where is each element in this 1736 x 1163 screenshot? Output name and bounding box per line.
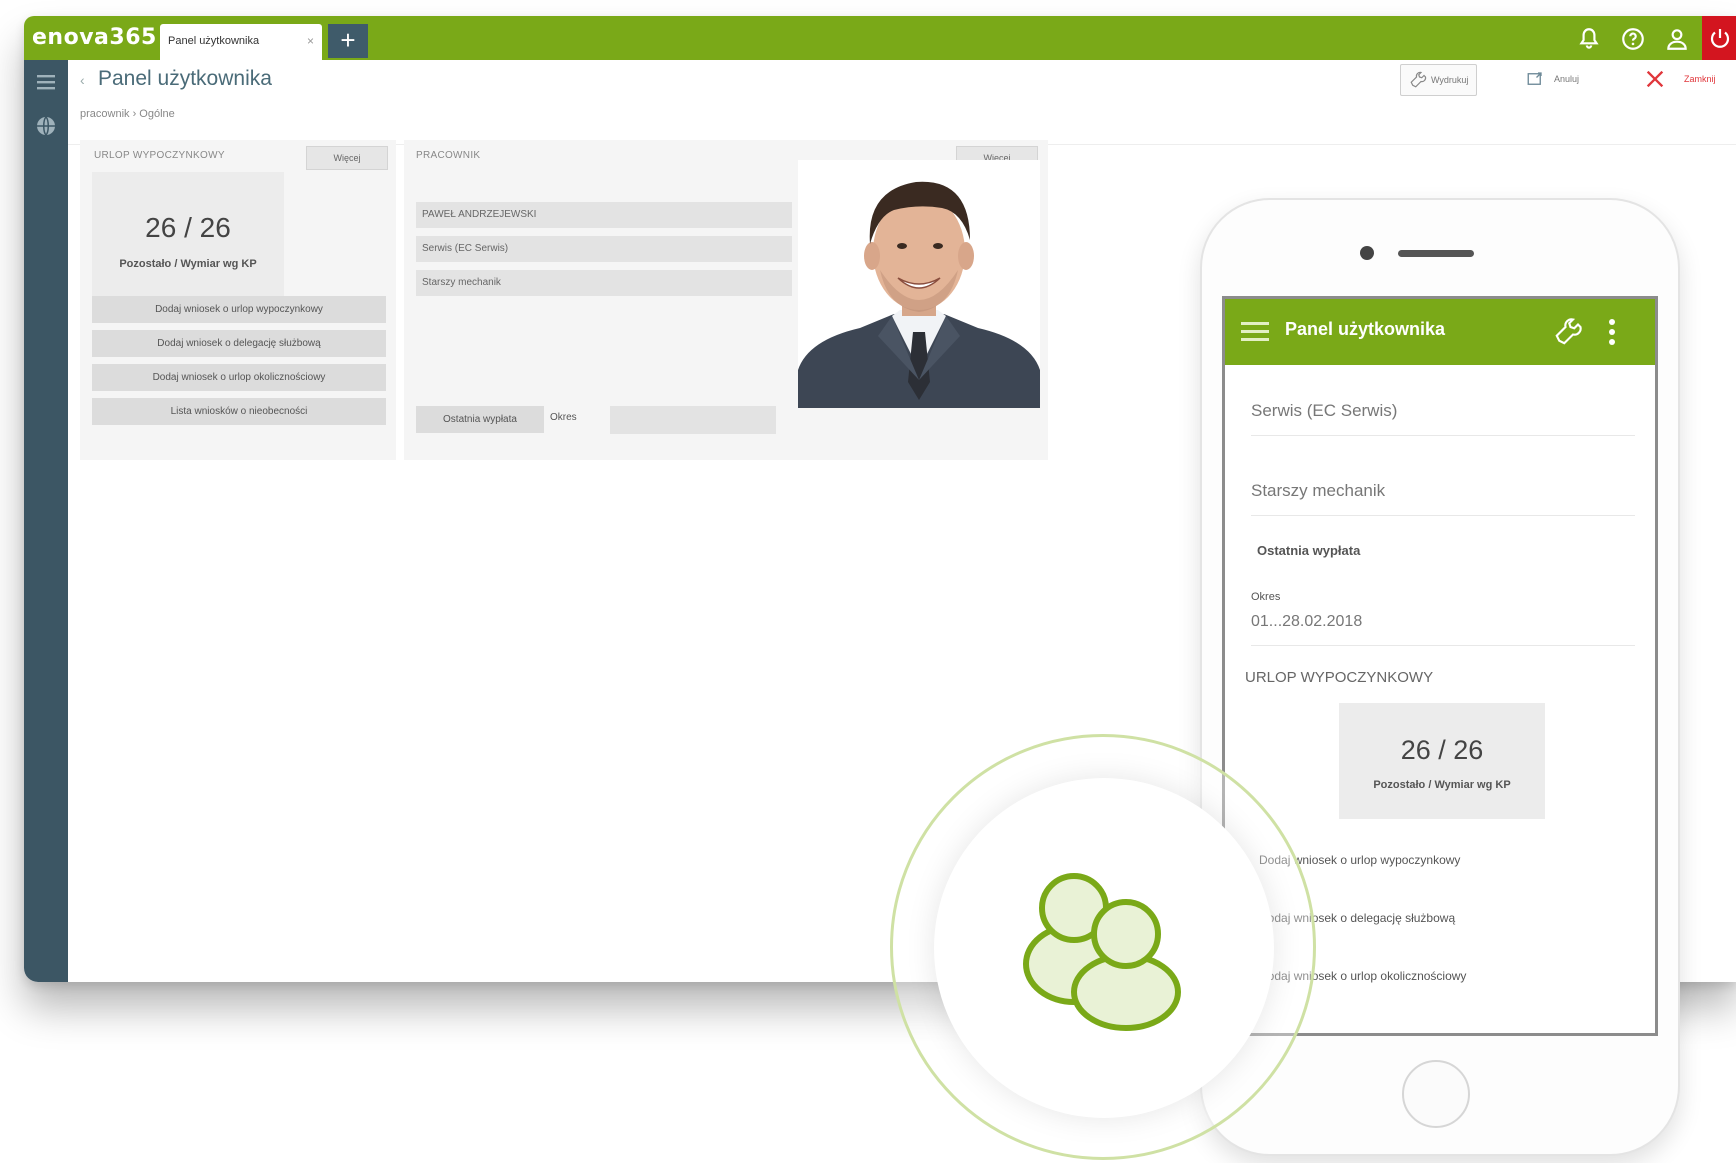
leave-counter-caption: Pozostało / Wymiar wg KP bbox=[119, 258, 257, 270]
phone-position-row: Starszy mechanik bbox=[1251, 481, 1635, 516]
app-logo: enova365 bbox=[32, 25, 157, 50]
cancel-button-label: Anuluj bbox=[1554, 74, 1580, 84]
phone-counter-caption: Pozostało / Wymiar wg KP bbox=[1373, 779, 1511, 791]
last-payment-button[interactable]: Ostatnia wypłata bbox=[416, 406, 544, 433]
wrench-icon bbox=[1410, 71, 1427, 88]
add-vacation-request-button[interactable]: Dodaj wniosek o urlop wypoczynkowy bbox=[92, 296, 386, 323]
help-icon[interactable] bbox=[1620, 26, 1646, 52]
highlight-disc bbox=[934, 778, 1274, 1118]
close-icon bbox=[1646, 70, 1664, 88]
power-icon bbox=[1710, 29, 1730, 48]
employee-position-field: Starszy mechanik bbox=[416, 270, 792, 296]
phone-department-row: Serwis (EC Serwis) bbox=[1251, 401, 1635, 436]
employee-department-field: Serwis (EC Serwis) bbox=[416, 236, 792, 262]
new-tab-button[interactable]: + bbox=[328, 24, 368, 58]
print-button-label: Wydrukuj bbox=[1431, 75, 1469, 85]
employee-photo bbox=[798, 160, 1040, 408]
close-button-label: Zamknij bbox=[1684, 74, 1716, 84]
close-button[interactable]: Zamknij bbox=[1644, 64, 1716, 94]
phone-app-title: Panel użytkownika bbox=[1285, 319, 1446, 339]
leave-card: URLOP WYPOCZYNKOWY Więcej 26 / 26 Pozost… bbox=[80, 140, 396, 460]
bell-icon[interactable] bbox=[1576, 26, 1602, 52]
globe-icon[interactable] bbox=[34, 114, 58, 138]
logout-button[interactable] bbox=[1702, 16, 1736, 60]
hamburger-menu-icon[interactable] bbox=[1241, 321, 1269, 343]
top-bar: enova365 Panel użytkownika × + bbox=[24, 16, 1736, 60]
phone-last-payment[interactable]: Ostatnia wypłata bbox=[1257, 543, 1360, 558]
wrench-icon[interactable] bbox=[1553, 317, 1583, 347]
phone-leave-title: URLOP WYPOCZYNKOWY bbox=[1245, 669, 1434, 686]
tab-panel-uzytkownika[interactable]: Panel użytkownika × bbox=[160, 24, 322, 60]
users-icon bbox=[1023, 873, 1181, 1031]
cancel-button[interactable]: Anuluj bbox=[1526, 64, 1579, 94]
absence-requests-list-button[interactable]: Lista wniosków o nieobecności bbox=[92, 398, 386, 425]
sidebar bbox=[24, 60, 68, 982]
phone-period-label: Okres bbox=[1251, 591, 1281, 603]
period-input[interactable] bbox=[610, 406, 776, 434]
leave-more-button[interactable]: Więcej bbox=[306, 146, 388, 170]
phone-leave-counter: 26 / 26 Pozostało / Wymiar wg KP bbox=[1339, 703, 1545, 819]
print-button[interactable]: Wydrukuj bbox=[1400, 64, 1478, 96]
phone-period-value[interactable]: 01...28.02.2018 bbox=[1251, 613, 1635, 646]
back-arrow-icon[interactable]: ‹ bbox=[80, 72, 85, 88]
kebab-menu-icon[interactable] bbox=[1607, 317, 1617, 347]
phone-camera bbox=[1360, 246, 1374, 260]
period-label: Okres bbox=[550, 412, 577, 423]
leave-card-title: URLOP WYPOCZYNKOWY bbox=[94, 150, 225, 161]
page-title: Panel użytkownika bbox=[98, 67, 272, 90]
add-occasional-leave-button[interactable]: Dodaj wniosek o urlop okolicznościowy bbox=[92, 364, 386, 391]
window-icon bbox=[1527, 72, 1542, 85]
phone-home-button bbox=[1402, 1060, 1470, 1128]
add-delegation-request-button[interactable]: Dodaj wniosek o delegację służbową bbox=[92, 330, 386, 357]
leave-counter: 26 / 26 Pozostało / Wymiar wg KP bbox=[92, 172, 284, 298]
leave-counter-value: 26 / 26 bbox=[145, 212, 231, 243]
employee-name-field: PAWEŁ ANDRZEJEWSKI bbox=[416, 202, 792, 228]
employee-card-title: PRACOWNIK bbox=[416, 150, 481, 161]
phone-counter-value: 26 / 26 bbox=[1400, 735, 1484, 765]
phone-app-bar: Panel użytkownika bbox=[1225, 299, 1655, 365]
tab-label: Panel użytkownika bbox=[168, 35, 260, 47]
phone-speaker bbox=[1398, 250, 1474, 257]
page-header: ‹ Panel użytkownika pracownik › Ogólne W… bbox=[68, 60, 1736, 145]
breadcrumb[interactable]: pracownik › Ogólne bbox=[80, 108, 175, 120]
user-icon[interactable] bbox=[1664, 26, 1690, 52]
menu-icon[interactable] bbox=[34, 70, 58, 94]
tab-close-icon[interactable]: × bbox=[307, 34, 314, 48]
